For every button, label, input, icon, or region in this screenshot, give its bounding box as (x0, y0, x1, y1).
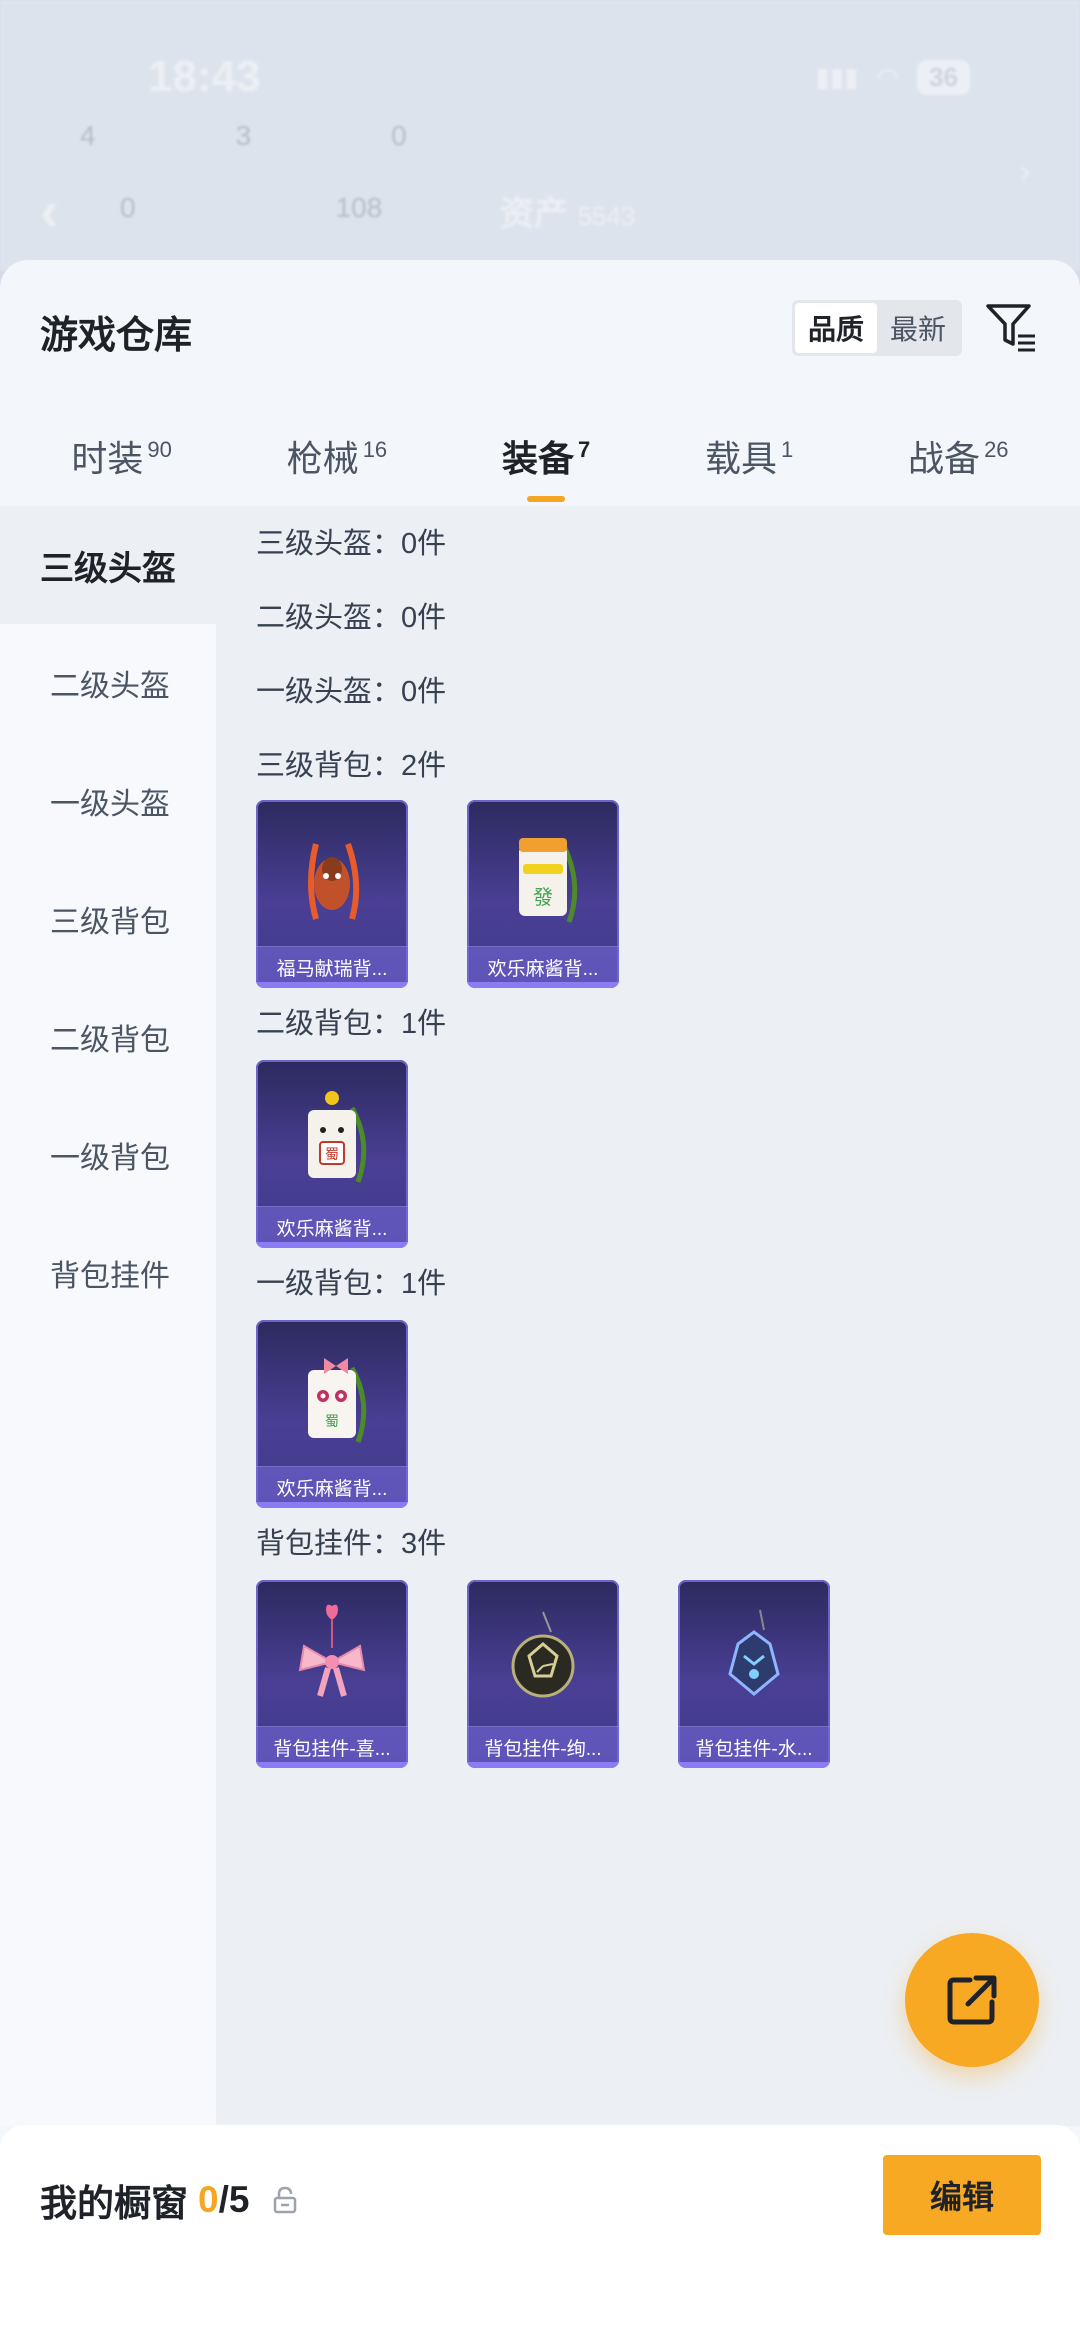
sidebar-item-backpack-2[interactable]: 二级背包 (0, 978, 216, 1096)
status-time: 18:43 (148, 52, 261, 101)
wifi-icon: ◠ (876, 62, 900, 92)
mahjong-bow-backpack-icon: 蜀 (308, 1358, 367, 1443)
signal-icon: ▮▮▮ (815, 62, 859, 92)
item-card[interactable]: 蜀 欢乐麻酱背... (256, 1320, 408, 1508)
filter-icon[interactable] (985, 302, 1037, 354)
item-card[interactable]: 背包挂件-绚... (467, 1580, 619, 1768)
battery-badge: 36 (917, 60, 970, 95)
chevron-right-icon: › (1020, 155, 1030, 188)
section-title: 背包挂件：3件 (256, 1528, 447, 1560)
page-title: 游戏仓库 (40, 315, 193, 357)
sidebar-item-helmet-3[interactable]: 三级头盔 (0, 506, 216, 624)
status-icons: ▮▮▮ ◠ 36 (815, 60, 970, 95)
sidebar-item-backpack-3[interactable]: 三级背包 (0, 860, 216, 978)
category-tabs: 时装 90 枪械 16 装备 7 载具 1 战备 26 (0, 410, 1080, 502)
horse-backpack-icon (308, 843, 360, 920)
section-title: 二级头盔：0件 (256, 602, 447, 634)
tab-weapons[interactable]: 枪械 16 (277, 430, 398, 482)
item-card[interactable]: 發 欢乐麻酱背... (467, 800, 619, 988)
item-card[interactable]: 背包挂件-水... (678, 1580, 830, 1768)
pink-bow-charm-icon (298, 1604, 366, 1697)
bg-stat-row-2: 0 108 (120, 192, 383, 223)
section-title: 三级头盔：0件 (256, 528, 447, 560)
showcase-count: 0 (198, 2179, 219, 2220)
sidebar-item-backpack-1[interactable]: 一级背包 (0, 1096, 216, 1214)
edit-button[interactable]: 编辑 (883, 2155, 1041, 2235)
tab-vehicles[interactable]: 载具 1 (695, 430, 803, 482)
item-card[interactable]: 背包挂件-喜... (256, 1580, 408, 1768)
sort-newest[interactable]: 最新 (877, 303, 959, 353)
background-overlay: 18:43 ▮▮▮ ◠ 36 4 3 0 ‹ 0 108 资产 5543 › (0, 0, 1080, 270)
back-icon[interactable]: ‹ (40, 178, 59, 243)
svg-text:蜀: 蜀 (325, 1147, 339, 1163)
warehouse-sheet: 游戏仓库 品质 最新 时装 90 枪械 16 装备 7 载具 1 战备 26 三级头盔 二… (0, 260, 1080, 2347)
showcase-bar: 我的橱窗 0/5 编辑 (0, 2125, 1080, 2347)
showcase-total: /5 (218, 2179, 250, 2220)
sidebar-item-helmet-1[interactable]: 一级头盔 (0, 742, 216, 860)
external-link-icon (947, 1975, 997, 2025)
sidebar-item-helmet-2[interactable]: 二级头盔 (0, 624, 216, 742)
item-card[interactable]: 蜀 欢乐麻酱背... (256, 1060, 408, 1248)
lock-icon (274, 2186, 297, 2214)
bg-stat-row: 4 3 0 (80, 120, 407, 151)
share-button[interactable] (905, 1933, 1039, 2067)
sort-quality[interactable]: 品质 (795, 303, 877, 353)
mahjong-shu-backpack-icon: 蜀 (308, 1091, 367, 1183)
showcase-label: 我的橱窗 0/5 (40, 2173, 297, 2227)
section-title: 三级背包：2件 (256, 750, 447, 782)
tab-equipment[interactable]: 装备 7 (492, 430, 600, 482)
item-card[interactable]: 福马献瑞背... (256, 800, 408, 988)
sidebar-item-charms[interactable]: 背包挂件 (0, 1214, 216, 1332)
section-title: 一级头盔：0件 (256, 676, 447, 708)
item-list: 三级头盔：0件 二级头盔：0件 一级头盔：0件 三级背包：2件 福马献瑞背...… (216, 506, 1080, 2126)
ball-charm-icon (511, 1611, 575, 1698)
tab-fashion[interactable]: 时装 90 (61, 430, 182, 482)
svg-text:蜀: 蜀 (325, 1414, 339, 1430)
section-title: 一级背包：1件 (256, 1268, 447, 1300)
asset-label: 资产 5543 (500, 195, 636, 233)
mahjong-fa-backpack-icon: 發 (519, 838, 578, 923)
section-title: 二级背包：1件 (256, 1008, 447, 1040)
svg-text:發: 發 (533, 885, 553, 909)
sort-toggle[interactable]: 品质 最新 (792, 300, 962, 356)
sidebar: 三级头盔 二级头盔 一级头盔 三级背包 二级背包 一级背包 背包挂件 (0, 506, 216, 2126)
dragon-charm-icon (728, 1609, 780, 1696)
tab-gear[interactable]: 战备 26 (898, 430, 1019, 482)
